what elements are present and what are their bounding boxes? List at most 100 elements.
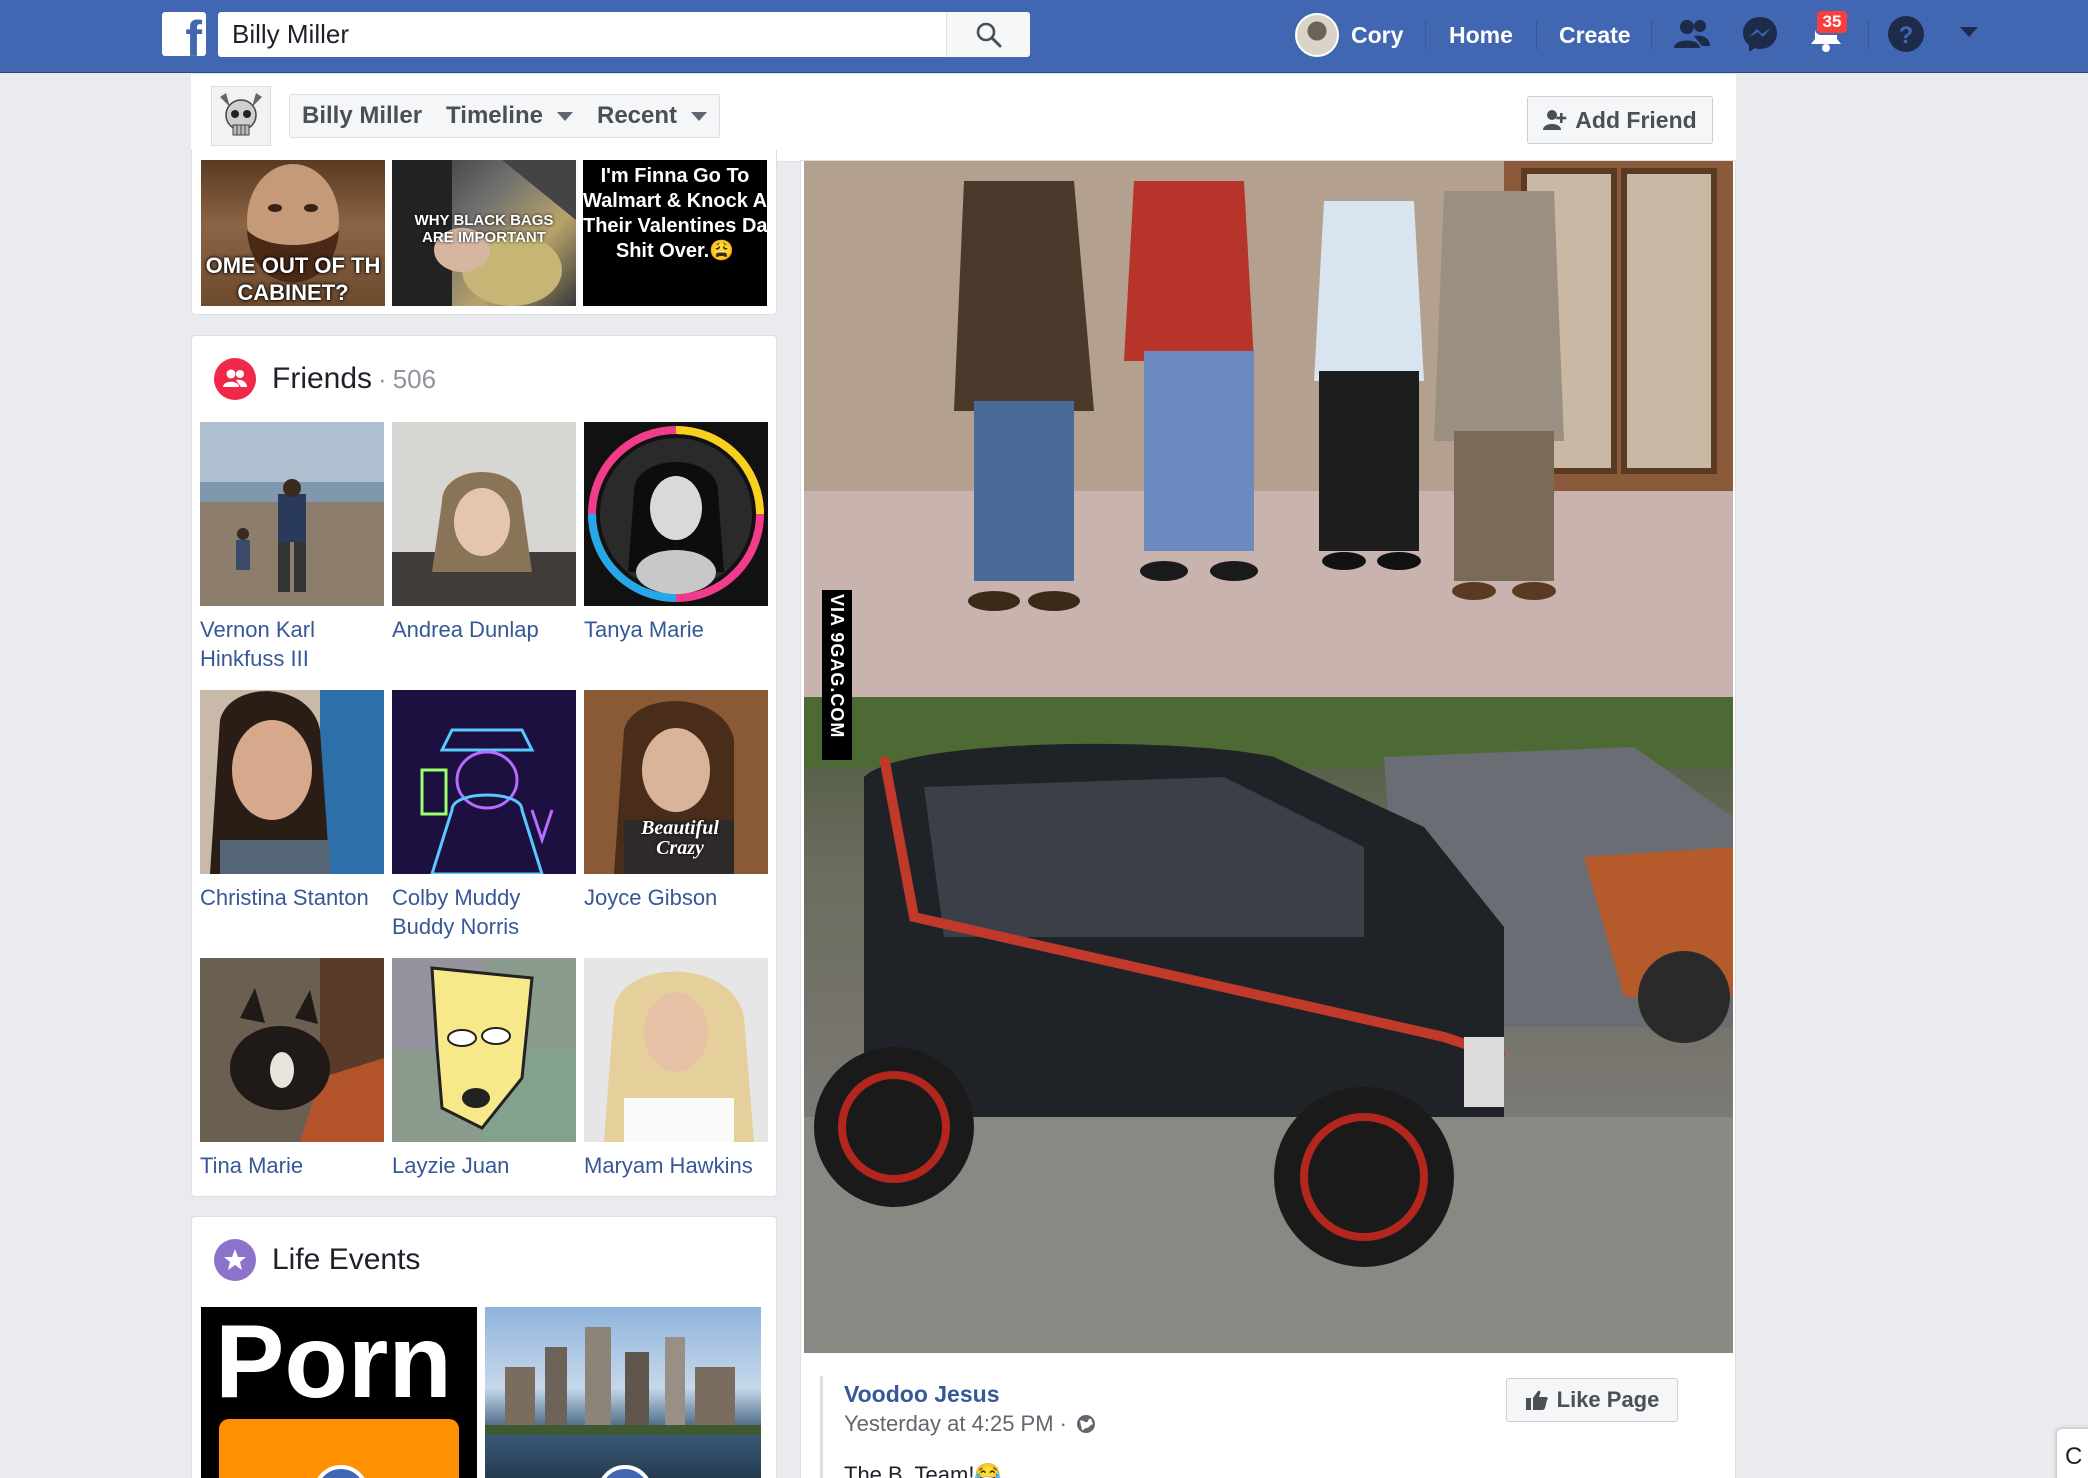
star-icon bbox=[214, 1239, 256, 1281]
photo-thumbnail[interactable]: WHY BLACK BAGS ARE IMPORTANT bbox=[392, 160, 576, 306]
feed-post bbox=[800, 160, 1736, 1478]
friend-name-link[interactable]: Layzie Juan bbox=[392, 1151, 576, 1180]
messenger-icon[interactable] bbox=[1740, 14, 1780, 54]
thumbs-up-icon bbox=[1525, 1390, 1548, 1410]
post-text: The B. Team!😂 bbox=[844, 1462, 1002, 1478]
friend-photo[interactable] bbox=[200, 958, 384, 1142]
photos-card: OME OUT OF TH CABINET? WHY BLACK BAGS AR… bbox=[191, 150, 777, 315]
search-input[interactable] bbox=[218, 12, 946, 57]
friends-title-link[interactable]: Friends bbox=[272, 362, 372, 396]
like-page-label: Like Page bbox=[1556, 1387, 1660, 1412]
search-button[interactable] bbox=[946, 12, 1030, 57]
nav-divider bbox=[1868, 20, 1869, 50]
post-time-text: Yesterday at 4:25 PM · bbox=[844, 1411, 1067, 1436]
friend-tile[interactable]: Tanya Marie bbox=[584, 422, 768, 644]
profile-avatar[interactable] bbox=[211, 86, 271, 146]
notifications-count-badge: 35 bbox=[1815, 9, 1849, 35]
friend-photo[interactable] bbox=[584, 958, 768, 1142]
help-icon[interactable]: ? bbox=[1886, 14, 1926, 54]
four-men-image bbox=[804, 161, 1733, 697]
search-box bbox=[218, 12, 1030, 57]
friend-name-link[interactable]: Andrea Dunlap bbox=[392, 615, 576, 644]
shared-post-indicator bbox=[820, 1376, 823, 1478]
friends-separator: · bbox=[378, 363, 387, 394]
add-friend-button[interactable]: Add Friend bbox=[1527, 96, 1713, 144]
friend-name-link[interactable]: Maryam Hawkins bbox=[584, 1151, 768, 1180]
friend-photo[interactable] bbox=[584, 422, 768, 606]
friend-tile[interactable]: Maryam Hawkins bbox=[584, 958, 768, 1180]
smart-car-image bbox=[804, 697, 1733, 1353]
friend-photo[interactable] bbox=[392, 690, 576, 874]
post-timestamp[interactable]: Yesterday at 4:25 PM · bbox=[844, 1411, 1097, 1437]
friend-name-link[interactable]: Christina Stanton bbox=[200, 883, 384, 912]
post-image-top[interactable] bbox=[804, 161, 1733, 697]
tab-label: Billy Miller bbox=[302, 102, 423, 129]
like-page-button[interactable]: Like Page bbox=[1506, 1378, 1678, 1422]
tab-label: Timeline bbox=[446, 102, 543, 129]
friend-tile[interactable]: Andrea Dunlap bbox=[392, 422, 576, 644]
photo-caption: I'm Finna Go To Walmart & Knock All Thei… bbox=[583, 165, 767, 262]
friends-card: Friends · 506 Vernon Karl Hinkfuss III A… bbox=[191, 335, 777, 1197]
friends-icon bbox=[214, 358, 256, 400]
search-icon bbox=[976, 22, 1002, 48]
photo-caption: OME OUT OF TH CABINET? bbox=[205, 253, 381, 305]
chat-tab-label: C bbox=[2065, 1443, 2083, 1470]
chat-tab[interactable]: C bbox=[2056, 1428, 2088, 1478]
friend-requests-icon[interactable] bbox=[1672, 14, 1712, 54]
tab-recent[interactable]: Recent bbox=[585, 94, 719, 138]
life-events-card: Life Events Porn bbox=[191, 1216, 777, 1478]
nav-divider bbox=[1536, 20, 1537, 50]
friend-name-link[interactable]: Vernon Karl Hinkfuss III bbox=[200, 615, 384, 673]
nav-divider bbox=[1651, 20, 1652, 50]
life-event-text: Porn bbox=[215, 1307, 452, 1420]
svg-text:?: ? bbox=[1899, 22, 1914, 49]
profile-sticky-header: Billy Miller Timeline Recent Add Friend bbox=[191, 74, 1736, 162]
account-menu-chevron-down-icon[interactable] bbox=[1958, 24, 1980, 40]
friends-count: 506 bbox=[392, 363, 437, 394]
friend-photo[interactable] bbox=[392, 422, 576, 606]
globe-icon bbox=[1076, 1415, 1095, 1433]
photo-thumbnail[interactable]: I'm Finna Go To Walmart & Knock All Thei… bbox=[583, 160, 767, 306]
watermark: VIA 9GAG.COM bbox=[822, 590, 852, 760]
watermark-text: VIA 9GAG.COM bbox=[827, 594, 847, 739]
nav-create-link[interactable]: Create bbox=[1559, 22, 1631, 49]
top-navigation-bar: f Cory Home Create 35 ? bbox=[0, 0, 2088, 73]
page-name-link[interactable]: Voodoo Jesus bbox=[844, 1381, 1000, 1408]
profile-tabs: Billy Miller Timeline Recent bbox=[289, 94, 721, 138]
friend-photo[interactable] bbox=[200, 690, 384, 874]
friend-name-link[interactable]: Tina Marie bbox=[200, 1151, 384, 1180]
life-events-title[interactable]: Life Events bbox=[272, 1243, 420, 1277]
life-event-image[interactable]: Porn bbox=[201, 1307, 477, 1478]
nav-profile-link[interactable]: Cory bbox=[1295, 12, 1403, 58]
photo-overlay-text: Beautiful Crazy bbox=[641, 817, 719, 859]
friend-tile[interactable]: Christina Stanton bbox=[200, 690, 384, 912]
add-friend-label: Add Friend bbox=[1575, 106, 1697, 133]
nav-divider bbox=[1425, 20, 1426, 50]
chevron-down-icon bbox=[556, 111, 573, 121]
friend-photo[interactable] bbox=[392, 958, 576, 1142]
friend-tile[interactable]: Colby Muddy Buddy Norris bbox=[392, 690, 576, 941]
city-skyline-image bbox=[485, 1327, 761, 1435]
photo-caption: WHY BLACK BAGS ARE IMPORTANT bbox=[414, 212, 554, 246]
friend-name-link[interactable]: Colby Muddy Buddy Norris bbox=[392, 883, 576, 941]
nav-home-link[interactable]: Home bbox=[1449, 22, 1513, 49]
avatar bbox=[1295, 13, 1339, 57]
facebook-logo-icon[interactable]: f bbox=[162, 12, 206, 56]
photo-thumbnail[interactable]: OME OUT OF TH CABINET? bbox=[201, 160, 385, 306]
tab-label: Recent bbox=[596, 102, 678, 129]
life-event-image[interactable] bbox=[485, 1307, 761, 1478]
friends-header: Friends · 506 bbox=[214, 358, 436, 400]
friend-photo[interactable]: Beautiful Crazy bbox=[584, 690, 768, 874]
tab-profile-name[interactable]: Billy Miller bbox=[290, 94, 434, 138]
tab-timeline[interactable]: Timeline bbox=[434, 94, 585, 138]
nav-user-name: Cory bbox=[1351, 21, 1404, 48]
friend-tile[interactable]: Beautiful Crazy Joyce Gibson bbox=[584, 690, 768, 912]
friend-tile[interactable]: Tina Marie bbox=[200, 958, 384, 1180]
friend-name-link[interactable]: Joyce Gibson bbox=[584, 883, 768, 912]
friend-tile[interactable]: Vernon Karl Hinkfuss III bbox=[200, 422, 384, 673]
life-events-header: Life Events bbox=[214, 1239, 420, 1281]
friend-name-link[interactable]: Tanya Marie bbox=[584, 615, 768, 644]
friend-photo[interactable] bbox=[200, 422, 384, 606]
friend-tile[interactable]: Layzie Juan bbox=[392, 958, 576, 1180]
post-image-bottom[interactable] bbox=[804, 697, 1733, 1353]
